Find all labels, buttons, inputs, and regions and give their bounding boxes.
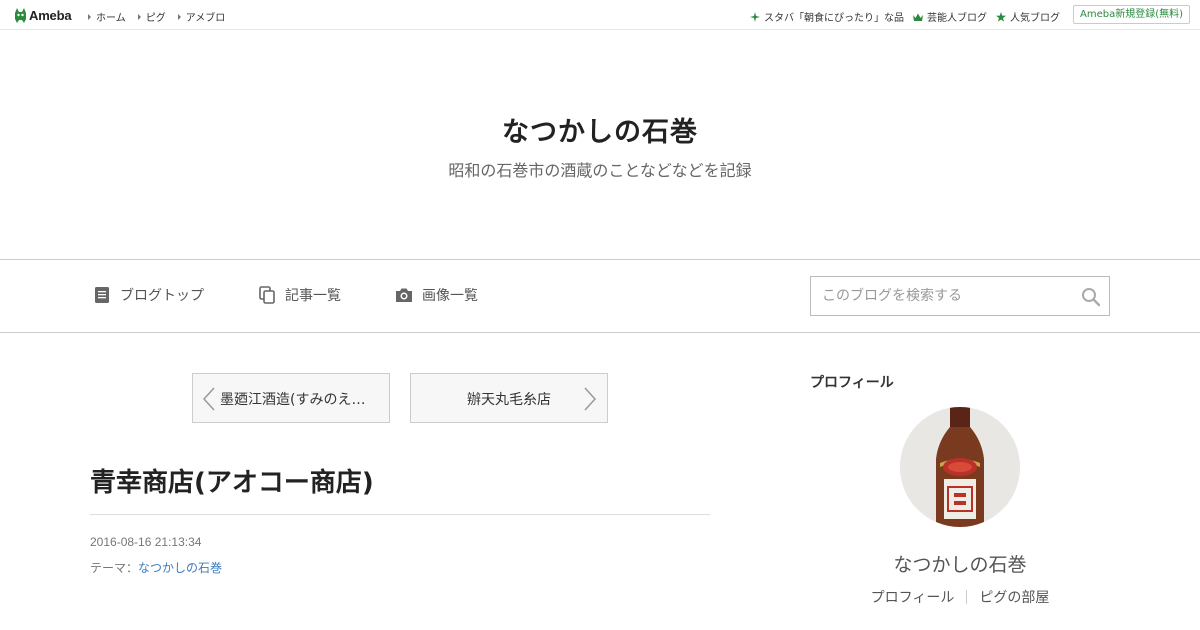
ameba-logo-icon xyxy=(15,8,26,23)
triangle-right-icon xyxy=(137,13,141,20)
blog-description: 昭和の石巻市の酒蔵のことなどなどを記録 xyxy=(448,161,752,180)
promo-link-celebrity-blogs[interactable]: 芸能人ブログ xyxy=(913,9,987,24)
profile-link[interactable]: プロフィール xyxy=(871,587,955,607)
article-theme: テーマ：なつかしの石巻 xyxy=(90,559,222,576)
chevron-left-icon xyxy=(202,387,215,411)
promo-link-popular-blogs[interactable]: 人気ブログ xyxy=(996,9,1060,24)
next-article-label: 辦天丸毛糸店 xyxy=(467,392,551,408)
theme-link[interactable]: なつかしの石巻 xyxy=(138,561,222,575)
theme-prefix: テーマ： xyxy=(90,561,139,575)
nav-article-list[interactable]: 記事一覧 xyxy=(258,285,341,305)
nav-article-list-label: 記事一覧 xyxy=(285,288,341,304)
register-button[interactable]: Ameba新規登録(無料) xyxy=(1072,5,1190,24)
search-input[interactable] xyxy=(811,277,1071,315)
promo-link-celebrity-blogs-label: 芸能人ブログ xyxy=(927,13,987,24)
divider xyxy=(90,514,710,515)
global-nav-home[interactable]: ホーム xyxy=(88,9,126,24)
next-article-button[interactable]: 辦天丸毛糸店 xyxy=(410,373,608,423)
blog-search xyxy=(810,276,1110,316)
blog-title[interactable]: なつかしの石巻 xyxy=(0,110,1200,149)
nav-image-list[interactable]: 画像一覧 xyxy=(395,285,478,305)
divider xyxy=(966,590,968,604)
promo-links: スタバ「朝食にぴったり」な品 芸能人ブログ 人気ブログ xyxy=(750,9,1060,24)
copy-icon xyxy=(259,286,275,304)
chevron-right-icon xyxy=(584,387,597,411)
profile-name[interactable]: なつかしの石巻 xyxy=(810,550,1110,577)
logo-text: Ameba xyxy=(29,8,72,23)
promo-link-starbucks-label: スタバ「朝食にぴったり」な品 xyxy=(764,13,904,24)
global-nav: ホーム ピグ アメブロ xyxy=(88,9,225,24)
global-nav-home-label: ホーム xyxy=(96,13,126,24)
prev-article-button[interactable]: 墨廼江酒造(すみのえ… xyxy=(192,373,390,423)
camera-icon xyxy=(396,288,412,302)
sake-bottle-image xyxy=(900,407,1020,527)
nav-blog-top[interactable]: ブログトップ xyxy=(93,285,204,305)
article-title[interactable]: 青幸商店(アオコー商店) xyxy=(90,462,374,499)
sparkle-icon xyxy=(750,11,760,22)
profile-heading: プロフィール xyxy=(810,375,894,391)
crown-icon xyxy=(913,13,923,21)
star-icon xyxy=(996,11,1006,22)
global-nav-pigg-label: ピグ xyxy=(145,13,166,24)
avatar[interactable] xyxy=(900,407,1020,527)
promo-link-popular-blogs-label: 人気ブログ xyxy=(1010,13,1060,24)
promo-link-starbucks[interactable]: スタバ「朝食にぴったり」な品 xyxy=(750,9,904,24)
document-icon xyxy=(95,287,109,303)
profile-links: プロフィール ピグの部屋 xyxy=(810,587,1110,607)
search-icon[interactable] xyxy=(1081,287,1101,307)
triangle-right-icon xyxy=(88,13,91,20)
blog-nav: ブログトップ 記事一覧 画像一覧 xyxy=(0,260,1200,333)
triangle-right-icon xyxy=(177,13,181,20)
blog-header: なつかしの石巻 昭和の石巻市の酒蔵のことなどなどを記録 xyxy=(0,30,1200,260)
global-nav-ameblo[interactable]: アメブロ xyxy=(177,9,226,24)
global-nav-ameblo-label: アメブロ xyxy=(185,13,226,24)
pigg-room-link[interactable]: ピグの部屋 xyxy=(979,587,1049,607)
nav-image-list-label: 画像一覧 xyxy=(422,288,478,304)
prev-article-label: 墨廼江酒造(すみのえ… xyxy=(220,392,366,408)
global-nav-pigg[interactable]: ピグ xyxy=(137,9,166,24)
ameba-logo[interactable]: Ameba xyxy=(14,7,72,24)
article-date: 2016-08-16 21:13:34 xyxy=(90,535,202,549)
top-bar: Ameba ホーム ピグ アメブロ スタバ「朝食にぴったり」な品 芸能人ブログ … xyxy=(0,0,1200,30)
nav-blog-top-label: ブログトップ xyxy=(120,288,204,304)
